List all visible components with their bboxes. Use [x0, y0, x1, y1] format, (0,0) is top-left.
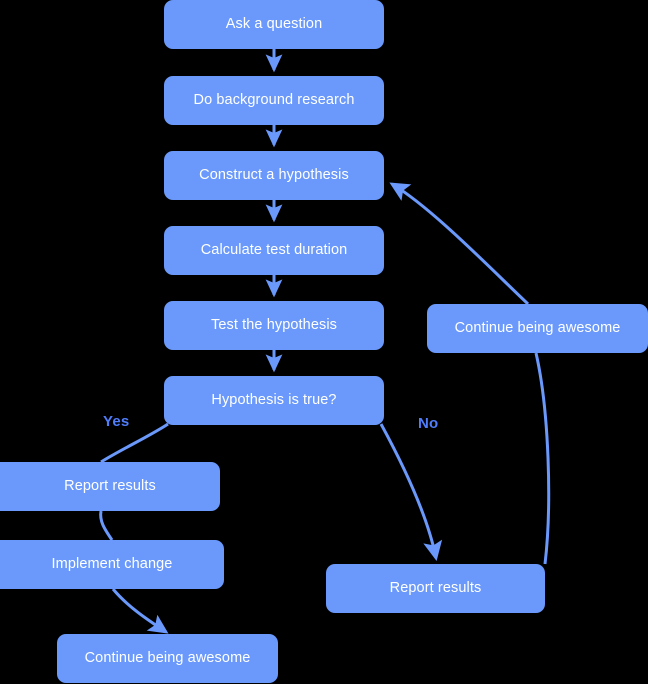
node-label: Implement change — [51, 555, 173, 572]
edge-awesometop-to-hypothesis — [389, 182, 530, 306]
node-do-background-research[interactable]: Do background research — [164, 76, 384, 125]
flowchart-canvas: Ask a question Do background research Co… — [0, 0, 648, 684]
node-implement-change[interactable]: Implement change — [0, 540, 224, 589]
edge-reportno-to-awesometop — [534, 352, 551, 565]
edge-report-to-implement — [99, 510, 114, 541]
node-label: Test the hypothesis — [210, 316, 338, 333]
node-label: Report results — [389, 579, 482, 596]
node-label: Continue being awesome — [454, 319, 621, 336]
edge-label-no: No — [418, 415, 439, 432]
node-continue-being-awesome-right[interactable]: Continue being awesome — [427, 304, 648, 353]
node-label: Continue being awesome — [84, 649, 251, 666]
node-calculate-test-duration[interactable]: Calculate test duration — [164, 226, 384, 275]
edge-label-yes: Yes — [103, 413, 130, 430]
node-report-results-yes[interactable]: Report results — [0, 462, 220, 511]
node-test-the-hypothesis[interactable]: Test the hypothesis — [164, 301, 384, 350]
node-label: Do background research — [193, 91, 355, 108]
node-label: Report results — [64, 477, 156, 494]
node-hypothesis-is-true[interactable]: Hypothesis is true? — [164, 376, 384, 425]
node-continue-being-awesome-bottom[interactable]: Continue being awesome — [57, 634, 278, 683]
node-label: Ask a question — [225, 15, 323, 32]
node-construct-a-hypothesis[interactable]: Construct a hypothesis — [164, 151, 384, 200]
node-label: Hypothesis is true? — [211, 391, 337, 408]
edge-istrue-no-to-report — [379, 423, 443, 561]
edge-implement-to-awesome — [111, 588, 169, 634]
node-label: Calculate test duration — [200, 241, 348, 258]
node-ask-a-question[interactable]: Ask a question — [164, 0, 384, 49]
node-label: Construct a hypothesis — [199, 166, 349, 183]
node-report-results-no[interactable]: Report results — [326, 564, 545, 613]
